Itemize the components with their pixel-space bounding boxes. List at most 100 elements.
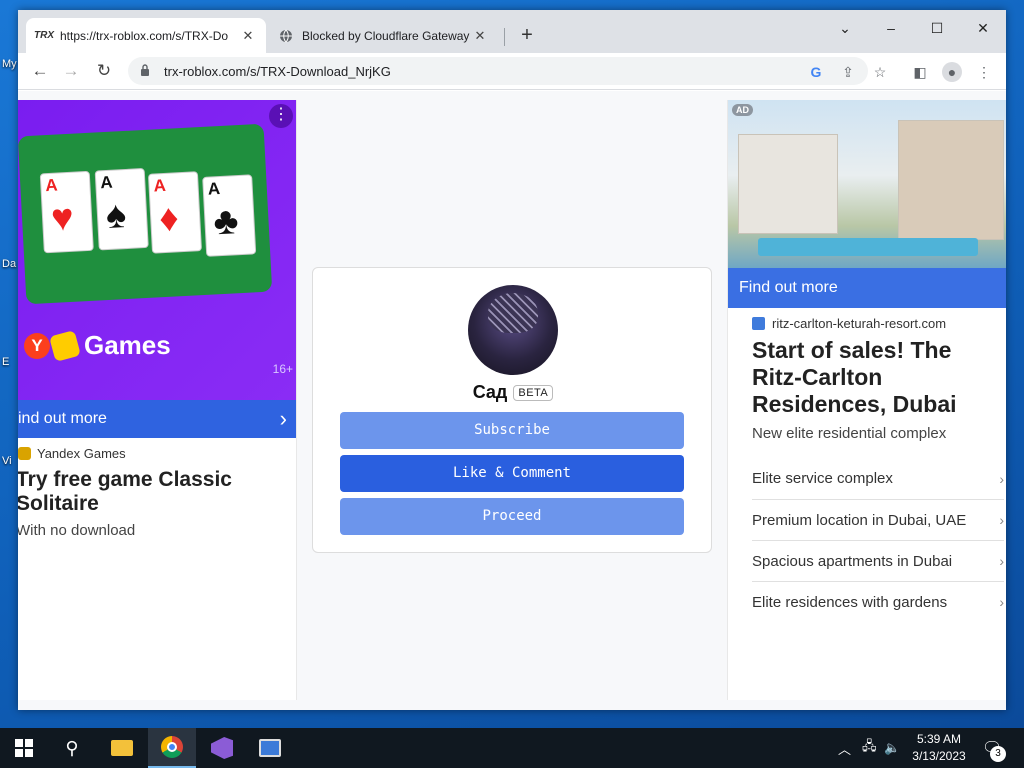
tray-overflow-icon[interactable]: ︿: [838, 728, 851, 768]
close-window-button[interactable]: ✕: [960, 14, 1006, 42]
ad-badge: AD: [732, 104, 753, 116]
desktop-icon-label[interactable]: E: [2, 356, 9, 368]
url-text[interactable]: trx-roblox.com/s/TRX-Download_NrjKG: [164, 64, 391, 79]
chrome-taskbar-button[interactable]: [148, 728, 196, 768]
left-advertisement[interactable]: A ♥ A ♠ A ♦ A ♣ Y Games 16+ ⋮ ind out mo…: [18, 100, 297, 700]
yandex-y-icon: Y: [24, 332, 50, 359]
desktop-icon-label[interactable]: Da: [2, 258, 16, 270]
yandex-games-logo: Y Games: [24, 329, 171, 362]
yandex-games-favicon-icon: [18, 447, 31, 460]
tab-search-chevron-icon[interactable]: ⌄: [822, 14, 868, 42]
reload-button[interactable]: ↻: [91, 59, 117, 83]
back-button[interactable]: ←: [27, 59, 53, 83]
find-out-more-label: ind out more: [18, 410, 107, 427]
folder-icon: [111, 740, 133, 756]
chevron-right-icon: ›: [999, 594, 1004, 610]
left-ad-source[interactable]: Yandex Games: [18, 446, 126, 461]
right-ad-source[interactable]: ritz-carlton-keturah-resort.com: [752, 316, 946, 331]
file-explorer-button[interactable]: [98, 728, 146, 768]
profile-avatar: [468, 285, 558, 375]
search-icon[interactable]: ⚲: [48, 728, 96, 768]
right-advertisement[interactable]: AD Find out more ritz-carlton-keturah-re…: [727, 100, 1006, 700]
playing-card: A ♣: [202, 174, 257, 257]
tab-strip: TRX https://trx-roblox.com/s/TRX-Do ✕ Bl…: [18, 10, 1006, 53]
profile-avatar-icon[interactable]: ●: [942, 62, 962, 82]
clock-date: 3/13/2023: [912, 749, 966, 763]
windows-logo-icon: [15, 739, 33, 757]
page-content: A ♥ A ♠ A ♦ A ♣ Y Games 16+ ⋮ ind out mo…: [18, 91, 1006, 710]
proceed-button[interactable]: Proceed: [340, 498, 684, 535]
chevron-right-icon: ›: [999, 470, 1004, 487]
building-shape: [738, 134, 838, 234]
ad-feature-link[interactable]: Elite service complex ›: [752, 458, 1004, 499]
resort-image[interactable]: AD: [728, 100, 1006, 268]
network-app-icon: [259, 739, 281, 757]
tab-cloudflare-blocked[interactable]: Blocked by Cloudflare Gateway ✕: [268, 18, 498, 53]
desktop-icon-label[interactable]: My: [2, 58, 17, 70]
left-ad-subtitle: With no download: [18, 522, 136, 539]
trx-favicon-icon: TRX: [34, 30, 54, 41]
network-icon[interactable]: 🖧: [862, 728, 877, 768]
playing-card: A ♠: [94, 167, 149, 251]
tab-separator: [504, 28, 505, 46]
desktop-icon-label[interactable]: Vi: [2, 455, 12, 467]
menu-kebab-icon[interactable]: ⋮: [974, 62, 994, 82]
share-icon[interactable]: ⇪: [838, 62, 858, 82]
forward-button[interactable]: →: [58, 59, 84, 83]
games-wordmark: Games: [84, 330, 171, 360]
notification-count-badge: 3: [990, 746, 1006, 762]
chevron-right-icon: ›: [999, 512, 1004, 528]
visual-studio-icon: [211, 737, 233, 759]
dice-icon: [49, 329, 81, 362]
close-tab-icon[interactable]: ✕: [240, 28, 256, 44]
profile-name: Сад: [472, 382, 508, 402]
visual-studio-button[interactable]: [198, 728, 246, 768]
tab-title: https://trx-roblox.com/s/TRX-Do: [60, 28, 229, 43]
browser-window: TRX https://trx-roblox.com/s/TRX-Do ✕ Bl…: [18, 10, 1006, 710]
bookmark-star-icon[interactable]: ☆: [870, 62, 890, 82]
solitaire-ad-banner[interactable]: A ♥ A ♠ A ♦ A ♣ Y Games 16+ ⋮: [18, 100, 296, 400]
chrome-icon: [161, 736, 183, 758]
new-tab-button[interactable]: +: [516, 24, 538, 46]
clock-time: 5:39 AM: [916, 732, 962, 746]
ad-menu-dots-icon[interactable]: ⋮: [269, 104, 293, 128]
right-find-out-more-button[interactable]: Find out more: [728, 268, 1006, 308]
card-table-image: A ♥ A ♠ A ♦ A ♣: [18, 123, 273, 305]
profile-card: Сад BETA Subscribe Like & Comment Procee…: [312, 267, 712, 553]
chevron-right-icon: ›: [279, 406, 287, 431]
playing-card: A ♦: [147, 171, 203, 254]
beta-badge: BETA: [513, 384, 554, 401]
playing-card: A ♥: [39, 170, 94, 254]
profile-header: Сад BETA: [313, 382, 713, 403]
left-ad-title[interactable]: Try free game Classic Solitaire: [18, 468, 286, 516]
resort-favicon-icon: [752, 317, 765, 330]
right-ad-subtitle: New elite residential complex: [752, 425, 947, 442]
side-panel-icon[interactable]: ◧: [910, 62, 930, 82]
system-clock[interactable]: 5:39 AM 3/13/2023: [906, 731, 972, 765]
subscribe-button[interactable]: Subscribe: [340, 412, 684, 449]
browser-toolbar: ← → ↻ trx-roblox.com/s/TRX-Download_NrjK…: [18, 53, 1006, 90]
start-button[interactable]: [0, 728, 48, 768]
maximize-button[interactable]: ☐: [914, 14, 960, 42]
tab-trx-roblox[interactable]: TRX https://trx-roblox.com/s/TRX-Do ✕: [26, 18, 266, 53]
globe-icon: [278, 28, 294, 44]
address-bar[interactable]: trx-roblox.com/s/TRX-Download_NrjKG: [128, 57, 868, 85]
ad-feature-link[interactable]: Spacious apartments in Dubai ›: [752, 540, 1004, 581]
age-rating: 16+: [272, 362, 293, 376]
pool-shape: [758, 238, 978, 256]
ad-feature-link[interactable]: Premium location in Dubai, UAE ›: [752, 499, 1004, 540]
minimize-button[interactable]: –: [868, 14, 914, 42]
right-ad-title[interactable]: Start of sales! The Ritz-Carlton Residen…: [752, 337, 1002, 418]
building-shape: [898, 120, 1004, 240]
close-tab-icon[interactable]: ✕: [472, 28, 488, 44]
network-app-button[interactable]: [246, 728, 294, 768]
taskbar: ⚲ ︿ 🖧 🔈 5:39 AM 3/13/2023 🗨 3: [0, 728, 1024, 768]
chevron-right-icon: ›: [999, 553, 1004, 569]
ad-feature-link[interactable]: Elite residences with gardens ›: [752, 581, 1004, 622]
tab-title: Blocked by Cloudflare Gateway: [302, 28, 470, 43]
left-find-out-more-button[interactable]: ind out more ›: [18, 400, 296, 438]
volume-icon[interactable]: 🔈: [884, 728, 900, 768]
google-lens-icon[interactable]: G: [806, 62, 826, 82]
like-comment-button[interactable]: Like & Comment: [340, 455, 684, 492]
lock-icon[interactable]: [140, 63, 154, 79]
